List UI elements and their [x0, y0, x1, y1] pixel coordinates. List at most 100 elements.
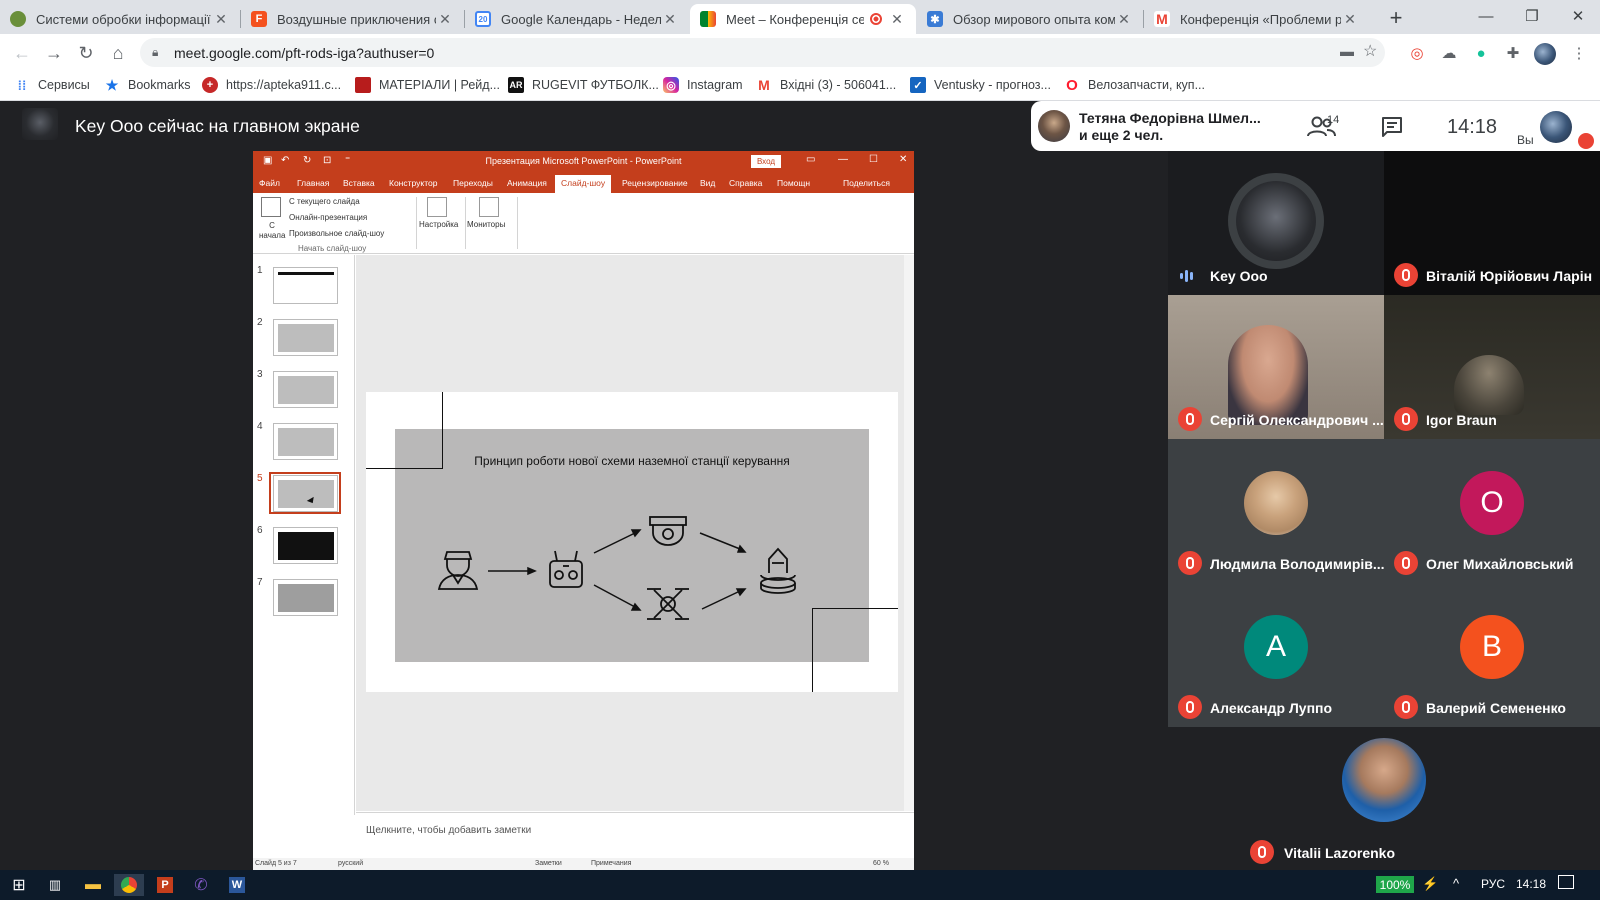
viber-taskbar-icon[interactable]: ✆: [186, 874, 216, 896]
participant-tile[interactable]: А Александр Луппо: [1168, 583, 1384, 727]
close-tab-icon[interactable]: ✕: [888, 11, 906, 28]
self-avatar[interactable]: [1540, 111, 1572, 143]
mic-off-icon: [1178, 407, 1202, 431]
taskbar-clock[interactable]: 14:18: [1516, 877, 1546, 891]
participant-avatar: [1038, 110, 1070, 142]
bookmark-link[interactable]: МАТЕРІАЛИ | Рейд...: [355, 77, 500, 93]
close-window-button[interactable]: ✕: [1555, 0, 1600, 32]
windows-start-icon[interactable]: ⊞: [4, 874, 34, 896]
powerpoint-taskbar-icon[interactable]: P: [150, 874, 180, 896]
profile-avatar[interactable]: [1534, 43, 1556, 65]
participant-tile[interactable]: Людмила Володимирів...: [1168, 439, 1384, 583]
power-plug-icon[interactable]: ⚡: [1422, 876, 1438, 892]
home-icon[interactable]: ⌂: [104, 39, 132, 67]
ppt-maximize-icon: ☐: [869, 154, 878, 165]
slide-thumbnail: [273, 319, 338, 356]
bookmark-link[interactable]: M Вхідні (3) - 506041...: [756, 77, 896, 93]
participant-initial-avatar: В: [1460, 615, 1524, 679]
close-tab-icon[interactable]: ✕: [661, 11, 679, 28]
ppt-tab-assistant: Помощн: [777, 178, 811, 188]
word-taskbar-icon[interactable]: W: [222, 874, 252, 896]
participant-tile[interactable]: Igor Braun: [1384, 295, 1600, 439]
minimize-window-button[interactable]: —: [1463, 0, 1509, 32]
browser-tab[interactable]: M Конференція «Проблеми роз ✕: [1144, 4, 1369, 34]
participant-tile[interactable]: О Олег Михайловський: [1384, 439, 1600, 583]
participant-video: [1454, 355, 1524, 415]
mic-off-icon: [1394, 263, 1418, 287]
participant-tile[interactable]: Віталій Юрійович Ларін: [1384, 151, 1600, 295]
browser-tab[interactable]: ✱ Обзор мирового опыта комм ✕: [917, 4, 1143, 34]
participant-tile[interactable]: Vitalii Lazorenko: [1242, 728, 1527, 870]
notifications-icon[interactable]: [1558, 875, 1574, 889]
address-bar[interactable]: 🔒︎ meet.google.com/pft-rods-iga?authuser…: [140, 38, 1385, 67]
participant-name: Валерий Семененко: [1426, 700, 1566, 716]
chat-icon[interactable]: [1380, 115, 1404, 139]
bookmark-link[interactable]: AR RUGEVIT ФУТБОЛК...: [508, 77, 659, 93]
chrome-taskbar-icon[interactable]: [114, 874, 144, 896]
input-language[interactable]: РУС: [1481, 877, 1505, 891]
extension-cloud-icon[interactable]: ☁: [1438, 42, 1460, 64]
mic-off-icon: [1250, 840, 1274, 864]
browser-tab-active[interactable]: Meet – Конференція секці ✕: [690, 4, 916, 34]
bookmark-link[interactable]: O Велозапчасти, куп...: [1064, 77, 1205, 94]
mic-off-icon: [1394, 551, 1418, 575]
file-explorer-icon[interactable]: ▬: [78, 874, 108, 896]
bookmark-apps[interactable]: ⁞⁞ Сервисы: [14, 77, 90, 93]
operator-icon: [437, 551, 479, 590]
participant-tile[interactable]: В Валерий Семененко: [1384, 583, 1600, 727]
ppt-status-bar: Слайд 5 из 7 русский Заметки Примечания …: [253, 858, 914, 870]
slide-thumbnail: [273, 371, 338, 408]
ppt-from-start-icon: [261, 197, 281, 217]
browser-tab[interactable]: 20 Google Календарь - Неделя: 1 ✕: [465, 4, 689, 34]
browser-tab[interactable]: Системи обробки інформації ✕: [0, 4, 240, 34]
back-icon[interactable]: ←: [8, 39, 36, 67]
mic-off-icon: [1394, 407, 1418, 431]
participant-video: [1228, 325, 1308, 425]
grammarly-extension-icon[interactable]: ●: [1470, 42, 1492, 64]
others-summary-name: Тетяна Федорівна Шмел...: [1079, 110, 1261, 126]
ppt-tab-view: Вид: [700, 178, 716, 188]
ppt-online-presentation: Онлайн-презентация: [289, 213, 368, 222]
slide-number: 3: [257, 369, 263, 380]
ppt-tab-file: Файл: [259, 178, 280, 188]
tray-expand-icon[interactable]: ^: [1453, 876, 1459, 891]
close-tab-icon[interactable]: ✕: [212, 11, 230, 28]
ppt-tab-home: Главная: [297, 178, 330, 188]
ppt-tab-transitions: Переходы: [453, 178, 493, 188]
ppt-ribbon-display-icon: ▭: [806, 154, 816, 165]
new-tab-button[interactable]: +: [1382, 5, 1410, 31]
bookmark-folder[interactable]: ★ Bookmarks: [104, 77, 191, 93]
instagram-icon: ◎: [663, 77, 679, 93]
browser-tab[interactable]: F Воздушные приключения смс ✕: [241, 4, 464, 34]
battery-indicator[interactable]: 100%: [1376, 876, 1414, 893]
bookmark-link[interactable]: + https://apteka911.c...: [202, 77, 341, 93]
tab-title: Системи обробки інформації: [36, 11, 211, 27]
bookmark-link[interactable]: ✓ Ventusky - прогноз...: [910, 77, 1051, 93]
red-square-icon: [355, 77, 371, 93]
slide-corner-bracket-top: [366, 392, 443, 469]
participant-name: Сергій Олександрович ...: [1210, 412, 1384, 428]
close-tab-icon[interactable]: ✕: [1115, 11, 1133, 28]
browser-menu-icon[interactable]: ⋮: [1568, 42, 1590, 64]
forward-icon[interactable]: →: [40, 39, 68, 67]
task-view-icon[interactable]: ▥: [40, 874, 70, 896]
participant-tile[interactable]: Key Ooo: [1168, 151, 1384, 295]
bookmark-link[interactable]: ◎ Instagram: [663, 77, 743, 93]
close-tab-icon[interactable]: ✕: [436, 11, 454, 28]
ribbon-divider: [465, 197, 466, 249]
tab-title: Google Календарь - Неделя: 1: [501, 11, 661, 27]
restore-window-button[interactable]: ❐: [1509, 0, 1555, 32]
slide-number: 5: [257, 473, 263, 484]
close-tab-icon[interactable]: ✕: [1341, 11, 1359, 28]
extension-target-icon[interactable]: ◎: [1406, 42, 1428, 64]
bookmark-star-icon[interactable]: ☆: [1363, 41, 1377, 61]
participant-tile[interactable]: Сергій Олександрович ...: [1168, 295, 1384, 439]
reload-icon[interactable]: ↻: [72, 39, 100, 67]
bookmark-label: Instagram: [687, 78, 743, 92]
camera-in-use-icon[interactable]: ▬: [1340, 43, 1354, 59]
remote-controller-icon: [549, 550, 583, 588]
lock-icon[interactable]: 🔒︎: [152, 45, 166, 60]
extensions-puzzle-icon[interactable]: ✚: [1502, 42, 1524, 64]
slide-number: 1: [257, 265, 263, 276]
ppt-tab-insert: Вставка: [343, 178, 375, 188]
